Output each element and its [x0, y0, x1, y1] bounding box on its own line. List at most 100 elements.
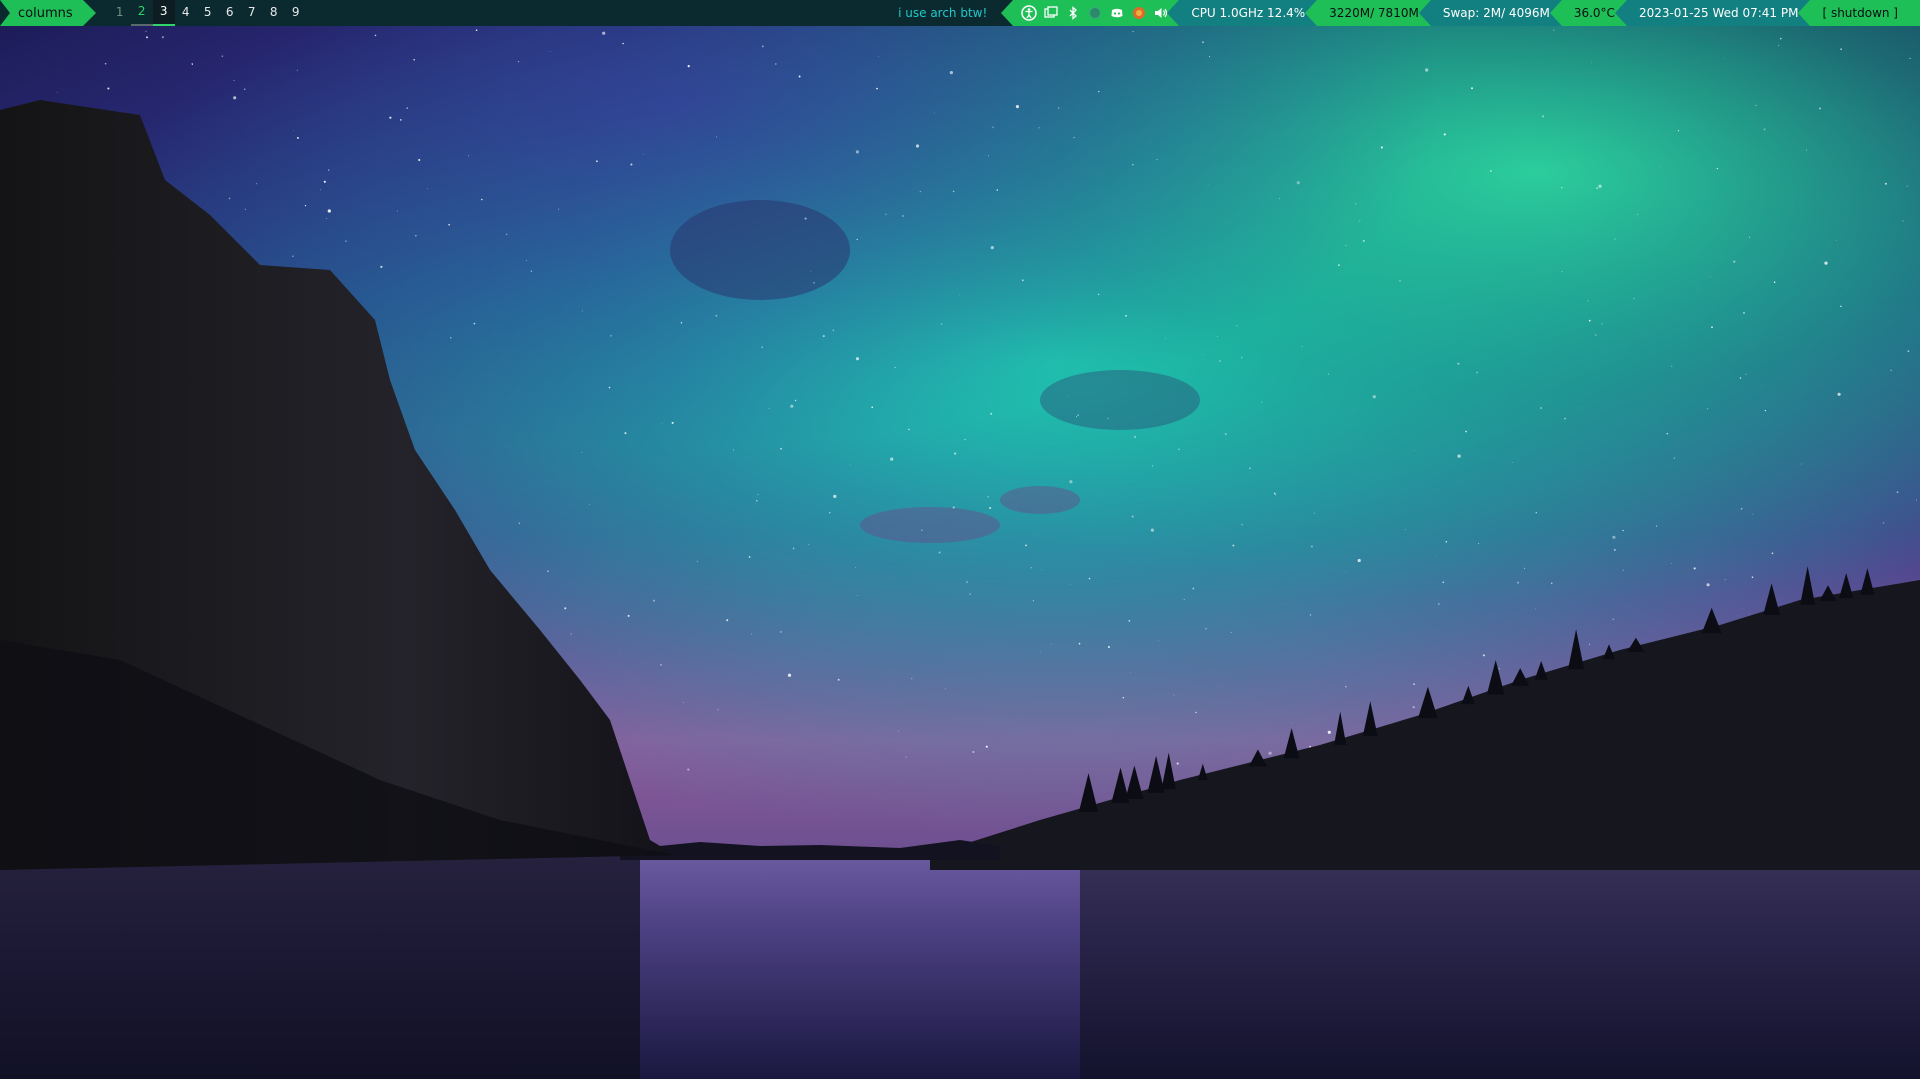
star	[256, 183, 258, 185]
star	[296, 136, 299, 139]
star	[1050, 643, 1052, 645]
star	[1069, 583, 1071, 585]
star	[1482, 654, 1485, 657]
star	[1671, 365, 1673, 367]
star	[1724, 57, 1725, 59]
star	[1535, 511, 1538, 514]
star	[1073, 136, 1075, 139]
workspace-1[interactable]: 1	[109, 0, 131, 26]
star	[671, 421, 674, 424]
workspace-7[interactable]: 7	[241, 0, 263, 26]
star	[756, 500, 758, 502]
wallpaper-aurora-lake	[0, 0, 1920, 1079]
star	[1673, 457, 1675, 459]
star	[1158, 639, 1159, 641]
star	[1178, 448, 1180, 451]
star	[1236, 325, 1238, 327]
star	[952, 506, 955, 509]
star	[1207, 184, 1209, 186]
star	[1107, 646, 1110, 648]
star	[1707, 408, 1709, 410]
star	[1130, 672, 1131, 673]
workspace-4[interactable]: 4	[175, 0, 197, 26]
star	[581, 451, 583, 453]
star	[1751, 576, 1754, 579]
workspace-6[interactable]: 6	[219, 0, 241, 26]
star	[1779, 37, 1782, 40]
workspace-2[interactable]: 2	[130, 0, 153, 26]
star	[1561, 271, 1563, 273]
star	[768, 408, 770, 410]
star	[964, 438, 966, 441]
star	[855, 567, 856, 568]
star	[751, 633, 752, 635]
star	[1075, 416, 1077, 418]
star	[1671, 562, 1673, 564]
window-switcher-icon[interactable]	[1043, 5, 1059, 21]
star	[620, 648, 622, 650]
star	[855, 357, 860, 361]
workspace-5[interactable]: 5	[197, 0, 219, 26]
cpu-widget: CPU 1.0GHz 12.4%	[1167, 0, 1318, 26]
star	[1445, 541, 1448, 543]
star	[1156, 159, 1158, 161]
star	[878, 55, 879, 57]
star	[146, 36, 148, 39]
star	[596, 160, 598, 163]
bar-spacer	[307, 0, 898, 26]
shutdown-button[interactable]: [ shutdown ]	[1798, 0, 1910, 26]
star	[1345, 685, 1347, 688]
star	[857, 594, 859, 597]
workspace-9[interactable]: 9	[285, 0, 307, 26]
star	[748, 556, 751, 558]
star	[1173, 694, 1175, 696]
desktop[interactable]: columns 1 2 3 4 5 6 7 8 9 i use arch btw…	[0, 0, 1920, 1079]
star	[608, 386, 611, 389]
workspace-3[interactable]: 3	[152, 0, 175, 26]
star	[726, 619, 729, 622]
browser-icon[interactable]	[1131, 5, 1147, 21]
star	[905, 756, 907, 758]
star	[505, 233, 508, 236]
star	[1909, 57, 1911, 59]
star	[683, 702, 684, 703]
star	[1355, 203, 1357, 205]
star	[1414, 450, 1415, 452]
star	[1032, 600, 1035, 602]
star	[1192, 587, 1195, 590]
star	[954, 452, 957, 455]
star	[1511, 462, 1513, 464]
workspace-8[interactable]: 8	[263, 0, 285, 26]
accessibility-icon[interactable]	[1021, 5, 1038, 21]
star	[1131, 163, 1134, 166]
star	[1218, 360, 1221, 363]
star	[810, 270, 812, 272]
star	[1291, 722, 1292, 724]
star	[1132, 30, 1134, 33]
star	[934, 112, 936, 114]
layout-indicator[interactable]: columns	[0, 0, 96, 26]
bluetooth-icon[interactable]	[1065, 5, 1081, 21]
star	[581, 310, 584, 312]
star	[1470, 87, 1474, 90]
discord-icon[interactable]	[1109, 5, 1125, 21]
star	[475, 29, 478, 32]
star	[1176, 762, 1179, 765]
star	[1248, 467, 1251, 470]
star	[1677, 130, 1680, 132]
star	[1039, 651, 1041, 653]
star	[787, 673, 792, 677]
star	[813, 282, 815, 284]
star	[1067, 394, 1069, 396]
star	[989, 506, 992, 510]
star	[1069, 480, 1073, 484]
star	[1749, 236, 1751, 238]
network-icon[interactable]	[1087, 5, 1103, 21]
star	[1165, 337, 1166, 339]
star	[161, 36, 164, 39]
star	[908, 428, 910, 431]
star	[1778, 45, 1780, 47]
star	[1122, 697, 1125, 699]
star	[1202, 354, 1204, 356]
star	[1098, 90, 1100, 93]
